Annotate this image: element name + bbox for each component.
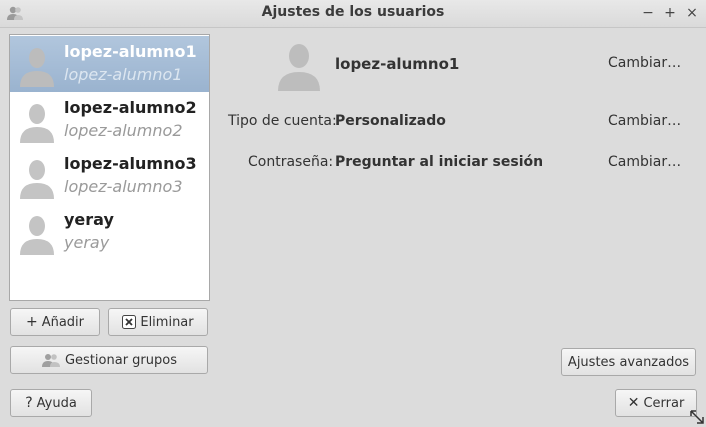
user-list[interactable]: lopez-alumno1 lopez-alumno1 lopez-alumno… [9,34,210,301]
user-name: yeray [64,210,114,229]
user-avatar-icon [20,104,54,143]
user-avatar-icon [20,160,54,199]
change-account-type-link[interactable]: Cambiar… [608,113,681,129]
advanced-settings-label: Ajustes avanzados [567,354,690,370]
add-user-label: Añadir [41,314,85,330]
user-avatar-icon [20,48,54,87]
help-button[interactable]: ? Ayuda [10,389,92,417]
user-row-lopez-alumno1[interactable]: lopez-alumno1 lopez-alumno1 [10,36,209,92]
close-icon: ✕ [627,395,640,411]
change-password-link[interactable]: Cambiar… [608,154,681,170]
user-row-yeray[interactable]: yeray yeray [10,204,209,260]
title-bar: Ajustes de los usuarios − + × [0,0,706,28]
window-title: Ajustes de los usuarios [261,4,445,20]
password-value: Preguntar al iniciar sesión [335,154,544,170]
user-name: lopez-alumno3 [64,154,197,173]
close-button[interactable]: ✕ Cerrar [615,389,697,417]
resize-grip-icon[interactable] [689,409,705,425]
user-login: lopez-alumno2 [64,121,183,140]
minimize-button[interactable]: − [639,3,657,23]
user-login: yeray [64,233,110,252]
user-row-lopez-alumno2[interactable]: lopez-alumno2 lopez-alumno2 [10,92,209,148]
user-avatar-icon [20,216,54,255]
password-label: Contraseña: [248,154,334,170]
user-row-lopez-alumno3[interactable]: lopez-alumno3 lopez-alumno3 [10,148,209,204]
change-name-link[interactable]: Cambiar… [608,55,681,71]
user-avatar-icon [278,44,320,91]
manage-groups-label: Gestionar grupos [64,352,177,368]
manage-groups-button[interactable]: Gestionar grupos [10,346,208,374]
plus-icon: + [25,314,38,330]
delete-user-label: Eliminar [140,314,194,330]
close-label: Cerrar [643,395,685,411]
help-label: Ayuda [36,395,77,411]
delete-icon [122,315,137,329]
maximize-button[interactable]: + [661,3,679,23]
help-icon: ? [25,395,33,411]
user-login: lopez-alumno3 [64,177,183,196]
user-name: lopez-alumno2 [64,98,197,117]
advanced-settings-button[interactable]: Ajustes avanzados [561,348,696,376]
account-type-value: Personalizado [335,113,446,129]
delete-user-button[interactable]: Eliminar [108,308,208,336]
user-name: lopez-alumno1 [64,42,197,61]
group-icon [41,354,60,367]
user-login: lopez-alumno1 [64,65,183,84]
account-type-label: Tipo de cuenta: [228,113,337,129]
add-user-button[interactable]: + Añadir [10,308,100,336]
close-window-button[interactable]: × [683,3,701,23]
selected-username: lopez-alumno1 [335,55,460,73]
